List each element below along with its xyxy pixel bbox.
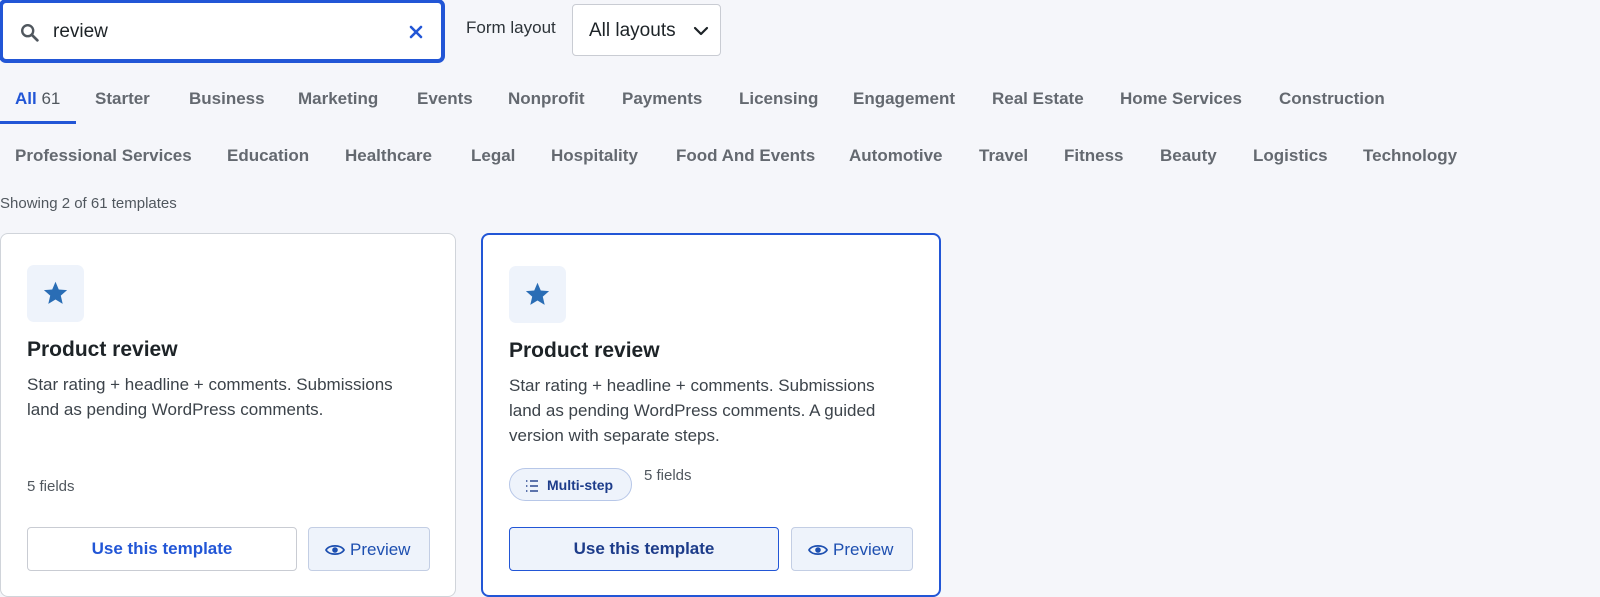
multi-step-badge: Multi-step [509,468,632,501]
close-icon[interactable] [406,22,426,42]
tab-business[interactable]: Business [189,80,265,124]
field-count: 5 fields [644,467,692,484]
preview-button[interactable]: Preview [791,527,913,571]
star-icon [525,282,550,305]
tab-beauty[interactable]: Beauty [1160,137,1217,181]
form-layout-label: Form layout [466,18,556,37]
star-icon [43,281,68,304]
template-icon-tile [27,265,84,322]
tab-fitness[interactable]: Fitness [1064,137,1124,181]
tab-payments[interactable]: Payments [622,80,702,124]
preview-label: Preview [833,540,894,559]
template-card-selected: Product review Star rating + headline + … [481,233,941,597]
tab-events[interactable]: Events [417,80,473,124]
toolbar: Form layout All layouts [0,0,1600,62]
tab-automotive[interactable]: Automotive [849,137,943,181]
tab-home-services[interactable]: Home Services [1120,80,1242,124]
preview-label: Preview [350,540,411,559]
tab-legal[interactable]: Legal [471,137,515,181]
tab-real-estate[interactable]: Real Estate [992,80,1084,124]
tab-healthcare[interactable]: Healthcare [345,137,432,181]
template-description: Star rating + headline + comments. Submi… [27,375,393,419]
badge-label: Multi-step [547,477,614,493]
tab-travel[interactable]: Travel [979,137,1028,181]
list-icon [526,480,538,492]
search-input[interactable] [53,17,393,47]
tab-technology[interactable]: Technology [1363,137,1457,181]
tab-education[interactable]: Education [227,137,309,181]
form-layout-value: All layouts [589,20,676,41]
template-icon-tile [509,266,566,323]
tab-hospitality[interactable]: Hospitality [551,137,638,181]
use-template-button[interactable]: Use this template [509,527,779,571]
chevron-down-icon [693,26,709,36]
tab-food-and-events[interactable]: Food And Events [676,137,815,181]
tab-nonprofit[interactable]: Nonprofit [508,80,584,124]
template-title: Product review [27,338,178,361]
template-description: Star rating + headline + comments. Submi… [509,376,876,445]
tab-all[interactable]: All 61 [0,80,77,124]
tab-marketing[interactable]: Marketing [298,80,378,124]
form-layout-select[interactable]: All layouts [572,4,721,56]
tab-professional-services[interactable]: Professional Services [15,137,192,181]
eye-icon [325,544,345,556]
tab-construction[interactable]: Construction [1279,80,1385,124]
search-icon [21,24,39,42]
tab-logistics[interactable]: Logistics [1253,137,1328,181]
tab-engagement[interactable]: Engagement [853,80,955,124]
tab-licensing[interactable]: Licensing [739,80,818,124]
search-field[interactable] [1,1,443,61]
tab-label: All [15,89,37,108]
tab-count: 61 [41,89,61,108]
eye-icon [808,544,828,556]
use-template-button[interactable]: Use this template [27,527,297,571]
field-count: 5 fields [27,478,75,495]
preview-button[interactable]: Preview [308,527,430,571]
results-count: Showing 2 of 61 templates [0,195,177,212]
tab-starter[interactable]: Starter [95,80,150,124]
template-title: Product review [509,339,660,362]
template-card: Product review Star rating + headline + … [0,233,456,597]
